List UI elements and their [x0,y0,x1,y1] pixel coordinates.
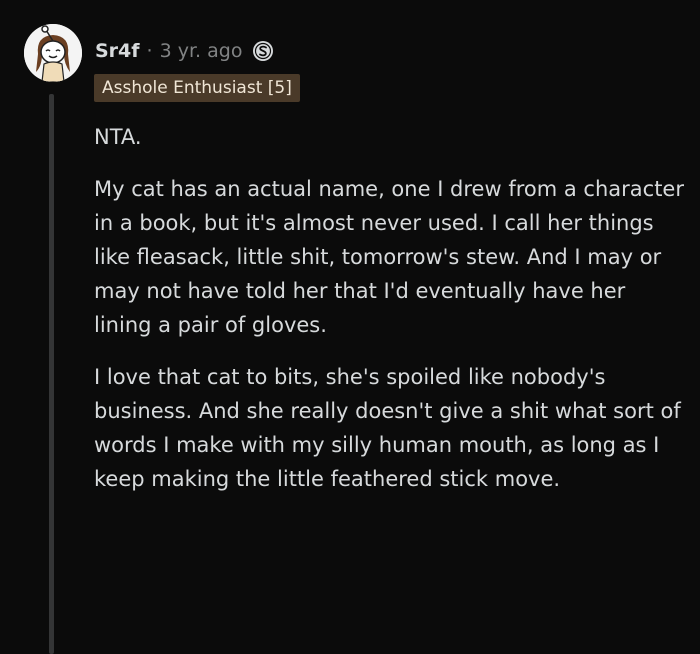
thread-collapse-line[interactable] [49,94,54,654]
timestamp[interactable]: 3 yr. ago [160,40,243,62]
comment: Sr4f · 3 yr. ago Asshole Enthusiast [5] … [0,0,700,654]
coin-badge-icon [252,40,274,62]
comment-paragraph: NTA. [94,125,142,149]
user-avatar[interactable] [24,24,82,82]
username[interactable]: Sr4f [95,40,140,62]
meta-separator: · [146,40,153,62]
comment-paragraph: I love that cat to bits, she's spoiled l… [94,365,681,491]
user-flair: Asshole Enthusiast [5] [94,74,300,102]
comment-meta: Sr4f · 3 yr. ago [95,35,274,67]
comment-paragraph: My cat has an actual name, one I drew fr… [94,177,684,337]
comment-body: NTA. My cat has an actual name, one I dr… [94,120,684,514]
avatar-snoo-icon [24,24,82,82]
